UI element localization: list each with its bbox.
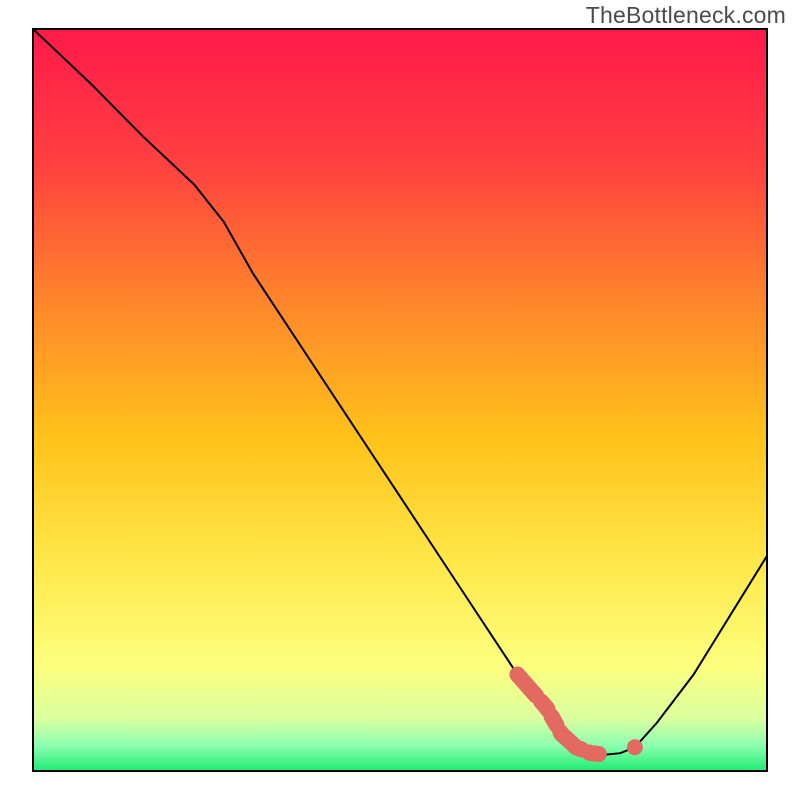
watermark: TheBottleneck.com (586, 2, 786, 29)
bottleneck-chart (0, 0, 800, 800)
highlight-dot (627, 739, 643, 755)
plot-background (33, 29, 767, 771)
